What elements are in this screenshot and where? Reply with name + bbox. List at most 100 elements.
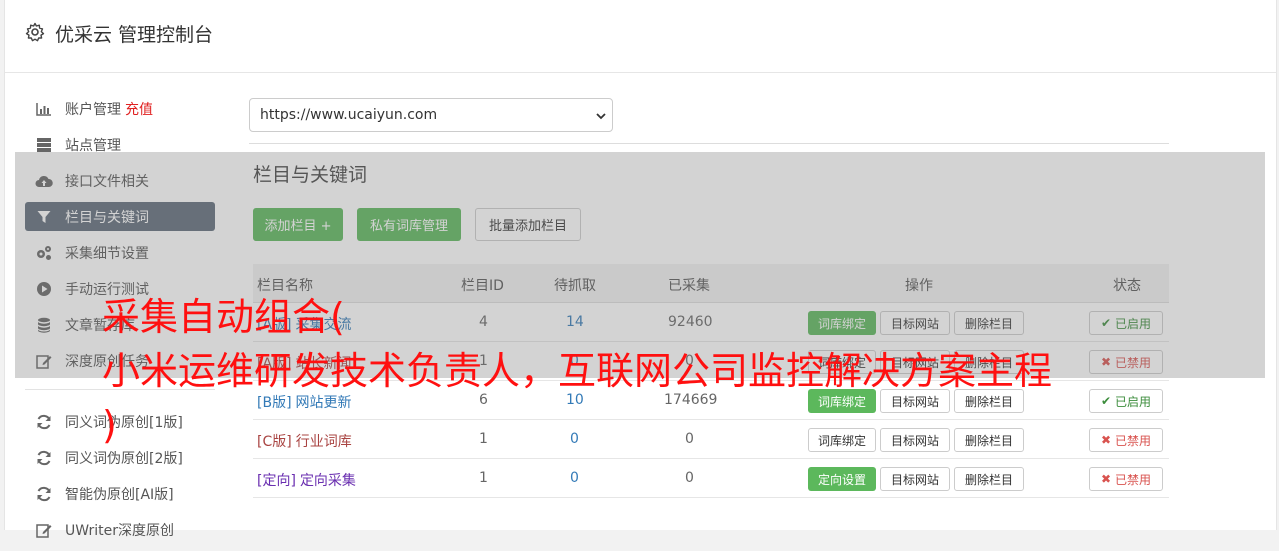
status-toggle[interactable]: ✖ 已禁用 [1089,428,1163,452]
collected-count: 92460 [668,314,713,330]
delete-column-button[interactable]: 删除栏目 [954,467,1024,491]
status-toggle[interactable]: ✖ 已禁用 [1089,350,1163,374]
column-name[interactable]: [A版] 采集交流 [257,314,352,334]
status-toggle[interactable]: ✔ 已启用 [1089,389,1163,413]
fixed-setting-button[interactable]: 定向设置 [808,467,876,491]
sidebar-item-label: 手动运行测试 [65,281,149,298]
header-ops: 操作 [905,278,933,294]
lexicon-bind-button[interactable]: 词库绑定 [808,428,876,452]
column-name-text: 网站更新 [295,395,352,411]
delete-column-button[interactable]: 删除栏目 [954,389,1024,413]
collected-count: 0 [685,470,694,486]
sidebar-item-label: 站点管理 [65,137,121,154]
sidebar-item-label: 智能伪原创[AI版] [65,486,174,503]
play-icon [35,280,53,298]
page-header: 优采云 管理控制台 [5,0,1276,73]
table-row: [定向] 定向采集 1 0 0 定向设置 目标网站 删除栏目 ✖ 已禁用 [253,459,1169,498]
sidebar: 账户管理 充值 站点管理 接口文件相关 栏目与关键词 采集细节设置 手动运行测试… [25,94,215,551]
column-id: 1 [479,431,488,447]
lexicon-bind-button[interactable]: 词库绑定 [808,350,876,374]
status-toggle[interactable]: ✔ 已启用 [1089,311,1163,335]
lexicon-bind-button[interactable]: 词库绑定 [808,389,876,413]
target-site-button[interactable]: 目标网站 [880,311,950,335]
refresh-icon [35,485,53,503]
sidebar-item-label: 账户管理 [65,101,121,118]
status-label: 已禁用 [1114,433,1151,448]
pending-count: 0 [570,431,579,447]
column-name[interactable]: [A版] 站长新闻 [257,353,352,373]
sidebar-divider [25,389,215,390]
sidebar-item-label: 接口文件相关 [65,173,149,190]
sidebar-item-label: 采集细节设置 [65,245,149,262]
site-select[interactable]: https://www.ucaiyun.com [249,98,613,132]
status-label: 已启用 [1114,394,1151,409]
table-row: [C版] 行业词库 1 0 0 词库绑定 目标网站 删除栏目 ✖ 已禁用 [253,420,1169,459]
target-site-button[interactable]: 目标网站 [880,350,950,374]
sidebar-item-article-store[interactable]: 文章暂存库 [25,310,215,339]
column-name-text: 行业词库 [295,434,352,450]
sidebar-item-deep-original[interactable]: 深度原创任务 [25,346,215,375]
status-label: 已禁用 [1114,472,1151,487]
target-site-button[interactable]: 目标网站 [880,389,950,413]
pending-count: 0 [570,470,579,486]
recharge-link[interactable]: 充值 [125,99,153,119]
status-label: 已禁用 [1114,355,1151,370]
columns-table: 栏目名称 栏目ID 待抓取 已采集 操作 状态 [A版] 采集交流 4 14 92… [253,264,1169,498]
version-tag: [C版] [257,434,292,450]
sidebar-item-ai-original[interactable]: 智能伪原创[AI版] [25,479,215,508]
column-name[interactable]: [B版] 网站更新 [257,392,352,412]
sidebar-item-synonym-v2[interactable]: 同义词伪原创[2版] [25,443,215,472]
gear-icon [25,22,45,42]
header-id: 栏目ID [461,278,504,294]
section-title: 栏目与关键词 [253,164,368,186]
site-select-value: https://www.ucaiyun.com [260,107,438,123]
version-tag: [B版] [257,395,292,411]
version-tag: [A版] [257,356,292,372]
status-toggle[interactable]: ✖ 已禁用 [1089,467,1163,491]
delete-column-button[interactable]: 删除栏目 [954,350,1024,374]
page-title: 优采云 管理控制台 [55,24,214,46]
cloud-upload-icon [35,172,53,190]
column-id: 4 [479,314,488,330]
status-label: 已启用 [1114,316,1151,331]
column-name-text: 采集交流 [295,317,352,333]
sidebar-item-manual-run[interactable]: 手动运行测试 [25,274,215,303]
target-site-button[interactable]: 目标网站 [880,428,950,452]
target-site-button[interactable]: 目标网站 [880,467,950,491]
check-icon: ✔ [1101,394,1112,408]
column-name[interactable]: [定向] 定向采集 [257,470,356,490]
lexicon-bind-button[interactable]: 词库绑定 [808,311,876,335]
table-header: 栏目名称 栏目ID 待抓取 已采集 操作 状态 [253,264,1169,303]
delete-column-button[interactable]: 删除栏目 [954,311,1024,335]
close-icon: ✖ [1101,355,1112,369]
column-id: 1 [479,470,488,486]
private-lexicon-button[interactable]: 私有词库管理 [357,208,461,241]
refresh-icon [35,413,53,431]
sidebar-item-columns-keywords[interactable]: 栏目与关键词 [25,202,215,231]
batch-add-column-button[interactable]: 批量添加栏目 [475,208,581,241]
table-row: [A版] 站长新闻 1 0 0 词库绑定 目标网站 删除栏目 ✖ 已禁用 [253,342,1169,381]
header-name: 栏目名称 [257,278,313,294]
close-icon: ✖ [1101,472,1112,486]
header-collected: 已采集 [668,278,710,294]
column-name-text: 定向采集 [299,473,356,489]
collected-count: 0 [685,353,694,369]
sidebar-item-collect-settings[interactable]: 采集细节设置 [25,238,215,267]
check-icon: ✔ [1101,316,1112,330]
version-tag: [定向] [257,473,296,489]
add-column-button[interactable]: 添加栏目 + [253,208,343,241]
pending-count: 10 [566,392,584,408]
edit-icon [35,352,53,370]
sidebar-item-sites[interactable]: 站点管理 [25,130,215,159]
sidebar-item-account[interactable]: 账户管理 充值 [25,94,215,123]
sidebar-item-label: 栏目与关键词 [65,209,149,226]
sidebar-item-interface-files[interactable]: 接口文件相关 [25,166,215,195]
filter-icon [35,208,53,226]
collected-count: 0 [685,431,694,447]
delete-column-button[interactable]: 删除栏目 [954,428,1024,452]
divider [249,143,1169,144]
sidebar-item-synonym-v1[interactable]: 同义词伪原创[1版] [25,407,215,436]
column-name[interactable]: [C版] 行业词库 [257,431,352,451]
server-icon [35,136,53,154]
version-tag: [A版] [257,317,292,333]
